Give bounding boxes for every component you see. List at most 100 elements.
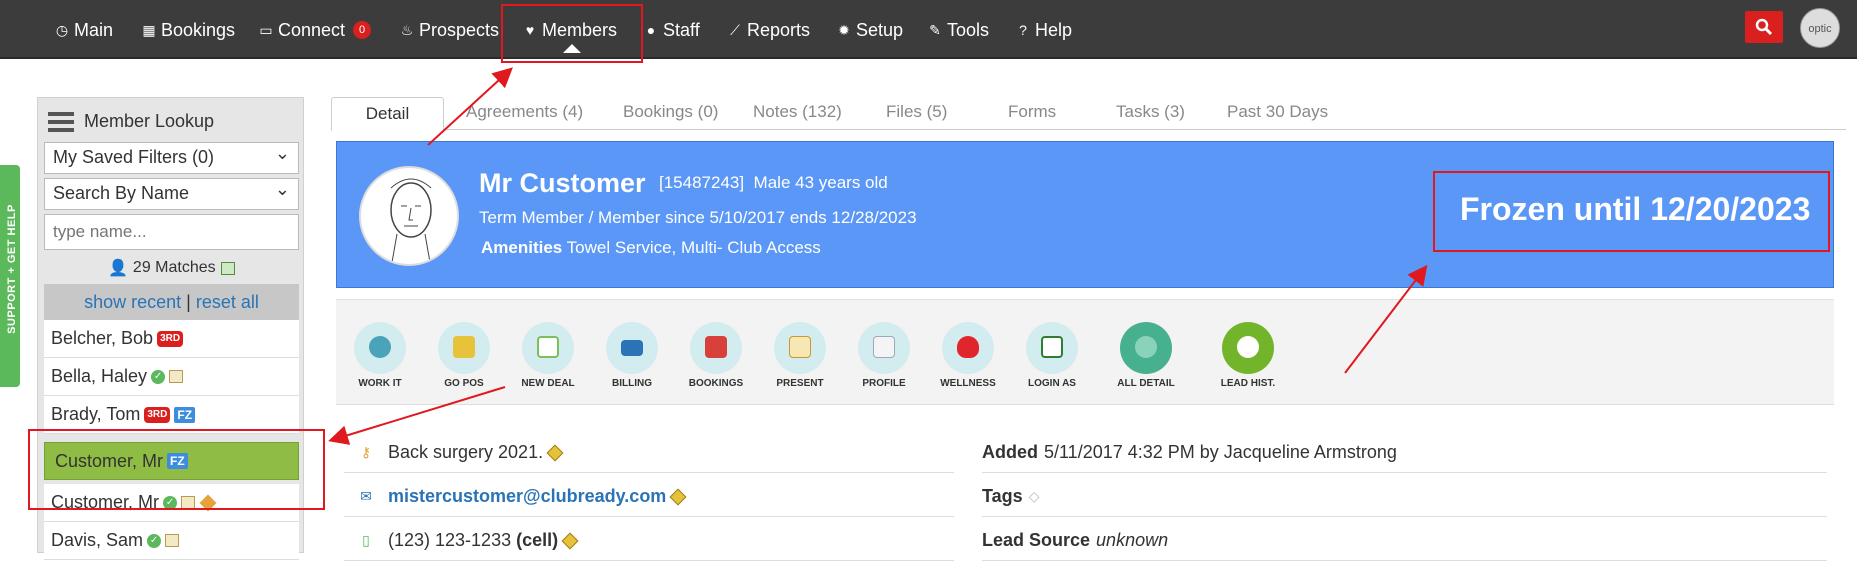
member-photo[interactable] [359,166,459,266]
credit-card-icon [621,340,643,356]
member-lookup-header: Member Lookup [48,111,214,132]
tab-agreements[interactable]: Agreements (4) [466,102,583,122]
nav-help[interactable]: ? Help [1015,18,1072,42]
note-row: ⚷ Back surgery 2021. [344,433,954,473]
third-party-badge: 3RD [144,406,171,423]
search-by-select[interactable]: Search By Name [44,178,299,210]
member-name: Mr Customer [479,168,646,198]
menu-icon[interactable] [48,111,74,132]
third-party-badge: 3RD [157,330,184,347]
group-icon [1237,336,1259,358]
connect-count-badge: 0 [353,21,372,39]
key-icon: ⚷ [360,444,372,460]
phone-row: ▯ (123) 123-1233 (cell) [344,521,954,561]
top-navigation-bar: ◷ Main ▦ Bookings ▭ Connect 0 ♨ Prospects ♥ Me… [0,0,1857,59]
excel-export-icon[interactable] [220,261,235,275]
gear-icon: ✹ [838,21,850,38]
member-id-and-demographics: [15487243] Male 43 years old [659,173,888,192]
present-action[interactable]: PRESENT [760,322,840,389]
nav-connect[interactable]: ▭ Connect 0 [258,18,372,42]
photo-icon [169,370,184,383]
wrench-icon: ✎ [929,21,941,38]
all-detail-action[interactable]: ALL DETAIL [1106,322,1186,389]
search-icon [1755,18,1773,36]
go-pos-action[interactable]: GO POS [424,322,504,389]
user-icon: ● [646,22,656,38]
wellness-action[interactable]: WELLNESS [928,322,1008,389]
dashboard-icon: ◷ [55,21,69,38]
nav-staff[interactable]: ● Staff [643,18,700,42]
show-recent-link[interactable]: show recent [84,292,181,312]
lead-source-row: Lead Source unknown [982,521,1827,561]
email-row: ✉ mistercustomer@clubready.com [344,477,954,517]
document-profile-icon [873,336,895,358]
tab-bookings[interactable]: Bookings (0) [623,102,718,122]
chart-icon: ⟋ [730,21,740,38]
help-icon: ? [1019,22,1027,38]
heart-pulse-icon [957,336,979,358]
member-list-item[interactable]: Davis, Sam ✓ [44,522,299,560]
person-detail-icon [1135,336,1157,358]
nav-bookings[interactable]: ▦ Bookings [141,18,235,42]
fire-icon: ♨ [400,21,414,38]
member-list-item[interactable]: Belcher, Bob 3RD [44,320,299,358]
membership-info: Term Member / Member since 5/10/2017 end… [479,208,917,227]
amenities-info: Amenities Towel Service, Multi- Club Acc… [481,238,821,257]
annotation-box-frozen [1433,171,1830,252]
phone-icon: ▯ [362,532,370,548]
tab-detail[interactable]: Detail [331,97,444,131]
saved-filters-select[interactable]: My Saved Filters (0) [44,142,299,174]
envelope-icon: ✉ [360,488,372,504]
frozen-badge: FZ [174,406,196,423]
matches-count: 👤 29 Matches [108,258,235,278]
presentation-board-icon [789,336,811,358]
people-icon: 👤 [108,260,128,277]
login-as-action[interactable]: LOGIN AS [1012,322,1092,389]
billing-action[interactable]: BILLING [592,322,672,389]
tab-tasks[interactable]: Tasks (3) [1116,102,1185,122]
cash-register-icon [453,336,475,358]
calendar-icon: ▦ [142,21,156,38]
user-switch-icon [1041,336,1063,358]
photo-icon [165,534,180,547]
support-help-tab[interactable]: SUPPORT + GET HELP [0,165,20,387]
edit-pencil-icon[interactable] [669,488,687,505]
chat-icon: ▭ [259,21,273,38]
global-search-button[interactable] [1745,11,1783,43]
recent-reset-bar: show recent | reset all [44,284,299,320]
user-avatar[interactable]: optic [1800,8,1840,48]
profile-action[interactable]: PROFILE [844,322,924,389]
tab-notes[interactable]: Notes (132) [753,102,842,122]
calendar-grid-icon [705,336,727,358]
edit-pencil-icon[interactable] [546,444,564,461]
member-name-search-input[interactable] [44,214,299,250]
bookings-action[interactable]: BOOKINGS [676,322,756,389]
nav-tools[interactable]: ✎ Tools [927,18,989,42]
sketch-face-icon [390,178,432,264]
annotation-box-members [501,4,643,63]
nav-main[interactable]: ◷ Main [54,18,113,42]
tab-files[interactable]: Files (5) [886,102,947,122]
tag-icon[interactable]: ◇ [1029,488,1040,505]
annotation-box-selected-member [28,429,325,510]
clipboard-plus-icon [537,336,559,358]
member-detail-tabs: Detail Agreements (4) Bookings (0) Notes… [331,97,1846,131]
check-status-icon: ✓ [151,369,166,384]
nav-prospects[interactable]: ♨ Prospects [399,18,499,42]
member-list-item[interactable]: Bella, Haley ✓ [44,358,299,396]
nav-reports[interactable]: ⟋ Reports [727,18,810,42]
people-chat-icon [369,336,391,358]
tags-row: Tags ◇ [982,477,1827,517]
check-status-icon: ✓ [147,533,162,548]
member-action-bar: WORK IT GO POS NEW DEAL BILLING BOOKINGS… [336,299,1834,405]
edit-pencil-icon[interactable] [561,532,579,549]
tab-past-30-days[interactable]: Past 30 Days [1227,102,1328,122]
tab-forms[interactable]: Forms [1008,102,1056,122]
work-it-action[interactable]: WORK IT [340,322,420,389]
new-deal-action[interactable]: NEW DEAL [508,322,588,389]
lead-history-action[interactable]: LEAD HIST. [1208,322,1288,389]
reset-all-link[interactable]: reset all [196,292,259,312]
nav-setup[interactable]: ✹ Setup [836,18,903,42]
email-link[interactable]: mistercustomer@clubready.com [388,486,666,507]
added-row: Added 5/11/2017 4:32 PM by Jacqueline Arm… [982,433,1827,473]
